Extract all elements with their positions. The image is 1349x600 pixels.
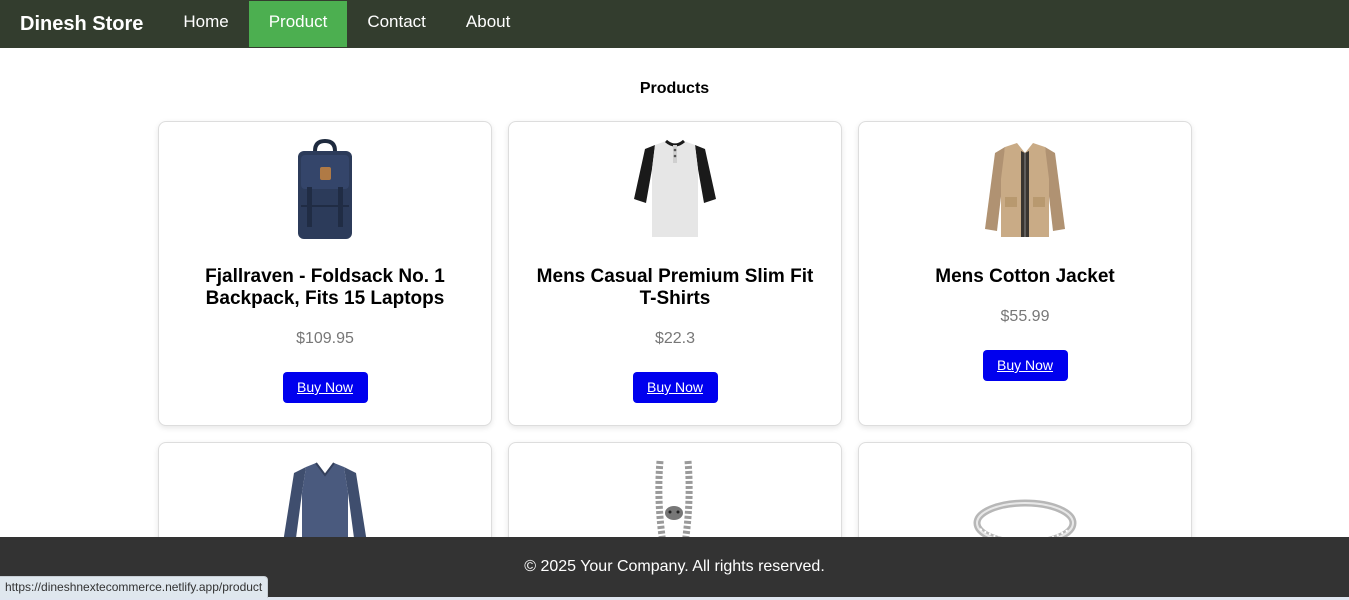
product-price: $55.99 <box>1000 308 1050 325</box>
product-title: Fjallraven - Foldsack No. 1 Backpack, Fi… <box>205 266 445 309</box>
nav-home[interactable]: Home <box>163 1 248 47</box>
product-title: Mens Cotton Jacket <box>935 266 1115 287</box>
product-card: Fjallraven - Foldsack No. 1 Backpack, Fi… <box>158 121 492 426</box>
product-image-backpack[interactable] <box>270 138 380 242</box>
nav-product[interactable]: Product <box>248 1 348 47</box>
page-title: Products <box>639 80 710 97</box>
nav-contact[interactable]: Contact <box>347 1 446 47</box>
product-card: Mens Cotton Jacket $55.99 Buy Now <box>858 121 1192 426</box>
footer-text: © 2025 Your Company. All rights reserved… <box>524 558 825 575</box>
product-title: Mens Casual Premium Slim Fit T-Shirts <box>536 266 814 309</box>
status-bar-url: https://dineshnextecommerce.netlify.app/… <box>0 576 269 598</box>
product-image-jacket[interactable] <box>970 138 1080 242</box>
buy-now-button[interactable]: Buy Now <box>982 350 1068 381</box>
product-price: $109.95 <box>296 330 354 347</box>
buy-now-button[interactable]: Buy Now <box>632 372 718 403</box>
product-card: Mens Casual Premium Slim Fit T-Shirts $2… <box>508 121 842 426</box>
buy-now-button[interactable]: Buy Now <box>282 372 368 403</box>
navbar: Dinesh Store Home Product Contact About <box>0 0 1349 48</box>
brand-logo[interactable]: Dinesh Store <box>20 13 143 36</box>
product-grid: Fjallraven - Foldsack No. 1 Backpack, Fi… <box>158 121 1192 562</box>
product-image-tshirt[interactable] <box>620 138 730 242</box>
product-price: $22.3 <box>654 330 696 347</box>
nav-about[interactable]: About <box>446 1 530 47</box>
